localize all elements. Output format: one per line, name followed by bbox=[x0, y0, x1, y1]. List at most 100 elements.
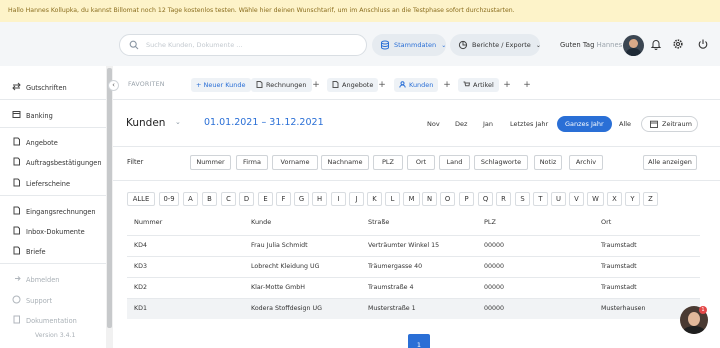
period-ganzes-jahr[interactable]: Ganzes Jahr bbox=[557, 116, 612, 132]
trial-banner[interactable]: Hallo Hannes Kollupka, du kannst Billoma… bbox=[0, 0, 720, 22]
letter-c[interactable]: C bbox=[221, 192, 236, 206]
letter-f[interactable]: F bbox=[276, 192, 291, 206]
period-dez[interactable]: Dez bbox=[455, 116, 467, 132]
filter-vorname[interactable]: Vorname bbox=[272, 155, 318, 170]
sidebar-item-eingangsrechnungen[interactable]: Eingangsrechnungen bbox=[12, 206, 96, 216]
period-nov[interactable]: Nov bbox=[427, 116, 440, 132]
table-row[interactable]: KD3 Lobrecht Kleidung UG Träumergasse 40… bbox=[127, 256, 700, 277]
letter-s[interactable]: S bbox=[515, 192, 530, 206]
letter-j[interactable]: J bbox=[349, 192, 364, 206]
letter-q[interactable]: Q bbox=[478, 192, 493, 206]
letter-alle[interactable]: ALLE bbox=[127, 192, 155, 206]
letter-r[interactable]: R bbox=[496, 192, 511, 206]
add-favorite-button[interactable]: + bbox=[377, 78, 387, 92]
favorite-kunden[interactable]: Kunden bbox=[394, 78, 439, 92]
letter-m[interactable]: M bbox=[403, 192, 420, 206]
letter-u[interactable]: U bbox=[551, 192, 566, 206]
sidebar-item-inbox-dokumente[interactable]: Inbox-Dokumente bbox=[12, 226, 85, 236]
favorite-angebote[interactable]: Angebote bbox=[327, 78, 379, 92]
pagination-page-current[interactable]: 1 bbox=[408, 334, 430, 348]
sidebar-item-banking[interactable]: Banking bbox=[12, 110, 53, 120]
stammdaten-dropdown[interactable]: Stammdaten ⌄ bbox=[372, 34, 446, 56]
letter-a[interactable]: A bbox=[183, 192, 198, 206]
plus-icon: + bbox=[196, 81, 204, 89]
letter-i[interactable]: I bbox=[331, 192, 346, 206]
column-header-ort[interactable]: Ort bbox=[601, 218, 611, 226]
filter-nummer[interactable]: Nummer bbox=[190, 155, 231, 170]
letter-k[interactable]: K bbox=[367, 192, 382, 206]
avatar[interactable] bbox=[623, 35, 644, 56]
table-row[interactable]: KD4 Frau Julia Schmidt Verträumter Winke… bbox=[127, 235, 700, 256]
sidebar-item-angebote[interactable]: Angebote bbox=[12, 137, 58, 147]
column-header-strasse[interactable]: Straße bbox=[368, 218, 389, 226]
add-favorite-button[interactable]: + bbox=[502, 78, 512, 92]
divider bbox=[113, 99, 720, 100]
letter-p[interactable]: P bbox=[459, 192, 474, 206]
power-icon[interactable] bbox=[697, 38, 709, 50]
chevron-down-icon: ⌄ bbox=[441, 42, 447, 49]
letter-w[interactable]: W bbox=[587, 192, 604, 206]
letter-o[interactable]: O bbox=[440, 192, 455, 206]
letter-e[interactable]: E bbox=[258, 192, 273, 206]
search-input[interactable]: Suche Kunden, Dokumente ... bbox=[119, 34, 367, 56]
date-range[interactable]: 01.01.2021 – 31.12.2021 bbox=[204, 117, 324, 128]
column-header-kunde[interactable]: Kunde bbox=[251, 218, 271, 226]
timespan-button[interactable]: Zeitraum bbox=[641, 116, 698, 132]
chevron-down-icon[interactable]: ⌄ bbox=[175, 118, 181, 126]
cell-strasse: Träumergasse 40 bbox=[368, 263, 423, 270]
favorite-rechnungen[interactable]: Rechnungen bbox=[251, 78, 312, 92]
sidebar-item-label: Eingangsrechnungen bbox=[26, 208, 96, 216]
sidebar-scrollbar[interactable] bbox=[106, 66, 113, 348]
letter-x[interactable]: X bbox=[607, 192, 622, 206]
letter-l[interactable]: L bbox=[385, 192, 400, 206]
sidebar-item-briefe[interactable]: Briefe bbox=[12, 246, 46, 256]
table-row[interactable]: KD1 Kodera Stoffdesign UG Musterstraße 1… bbox=[127, 298, 700, 319]
letter-h[interactable]: H bbox=[312, 192, 327, 206]
letter-z[interactable]: Z bbox=[643, 192, 658, 206]
period-jan[interactable]: Jan bbox=[483, 116, 493, 132]
letter-g[interactable]: G bbox=[294, 192, 309, 206]
bell-icon[interactable] bbox=[650, 38, 662, 50]
period-alle[interactable]: Alle bbox=[619, 116, 631, 132]
sidebar-item-gutschriften[interactable]: Gutschriften bbox=[12, 82, 67, 92]
add-favorite-button[interactable]: + bbox=[522, 78, 532, 92]
sidebar-item-support[interactable]: Support bbox=[12, 295, 52, 305]
filter-firma[interactable]: Firma bbox=[236, 155, 268, 170]
column-header-nummer[interactable]: Nummer bbox=[134, 218, 162, 226]
sidebar-item-abmelden[interactable]: Abmelden bbox=[12, 274, 59, 284]
letter-y[interactable]: Y bbox=[625, 192, 640, 206]
cell-kunde: Klar-Motte GmbH bbox=[251, 284, 306, 291]
letter-v[interactable]: V bbox=[569, 192, 584, 206]
cell-nummer: KD3 bbox=[134, 263, 147, 270]
sidebar-item-auftragsbestaetigungen[interactable]: Auftragsbestätigungen bbox=[12, 157, 102, 167]
table-row[interactable]: KD2 Klar-Motte GmbH Traumstraße 4 00000 … bbox=[127, 277, 700, 298]
cell-nummer: KD1 bbox=[134, 305, 147, 312]
letter-d[interactable]: D bbox=[239, 192, 254, 206]
sidebar-item-lieferscheine[interactable]: Lieferscheine bbox=[12, 178, 70, 188]
gear-icon[interactable] bbox=[672, 38, 684, 50]
column-header-plz[interactable]: PLZ bbox=[484, 218, 496, 226]
show-all-button[interactable]: Alle anzeigen bbox=[643, 155, 697, 170]
new-customer-button[interactable]: + Neuer Kunde bbox=[191, 78, 251, 92]
add-favorite-button[interactable]: + bbox=[442, 78, 452, 92]
cell-plz: 00000 bbox=[484, 305, 505, 312]
filter-archiv[interactable]: Archiv bbox=[569, 155, 603, 170]
search-icon bbox=[129, 40, 139, 50]
letter-0-9[interactable]: 0-9 bbox=[159, 192, 179, 206]
period-letztes-jahr[interactable]: Letztes Jahr bbox=[510, 116, 548, 132]
filter-notiz[interactable]: Notiz bbox=[534, 155, 562, 170]
book-icon bbox=[13, 315, 20, 324]
letter-b[interactable]: B bbox=[202, 192, 217, 206]
add-favorite-button[interactable]: + bbox=[311, 78, 321, 92]
filter-ort[interactable]: Ort bbox=[407, 155, 435, 170]
filter-schlagworte[interactable]: Schlagworte bbox=[474, 155, 528, 170]
favorite-artikel[interactable]: Artikel bbox=[458, 78, 499, 92]
filter-land[interactable]: Land bbox=[439, 155, 470, 170]
filter-nachname[interactable]: Nachname bbox=[321, 155, 369, 170]
divider bbox=[113, 180, 720, 181]
filter-plz[interactable]: PLZ bbox=[373, 155, 403, 170]
letter-t[interactable]: T bbox=[533, 192, 548, 206]
letter-n[interactable]: N bbox=[422, 192, 437, 206]
sidebar-item-dokumentation[interactable]: Dokumentation bbox=[12, 315, 77, 325]
berichte-dropdown[interactable]: Berichte / Exporte ⌄ bbox=[450, 34, 541, 56]
